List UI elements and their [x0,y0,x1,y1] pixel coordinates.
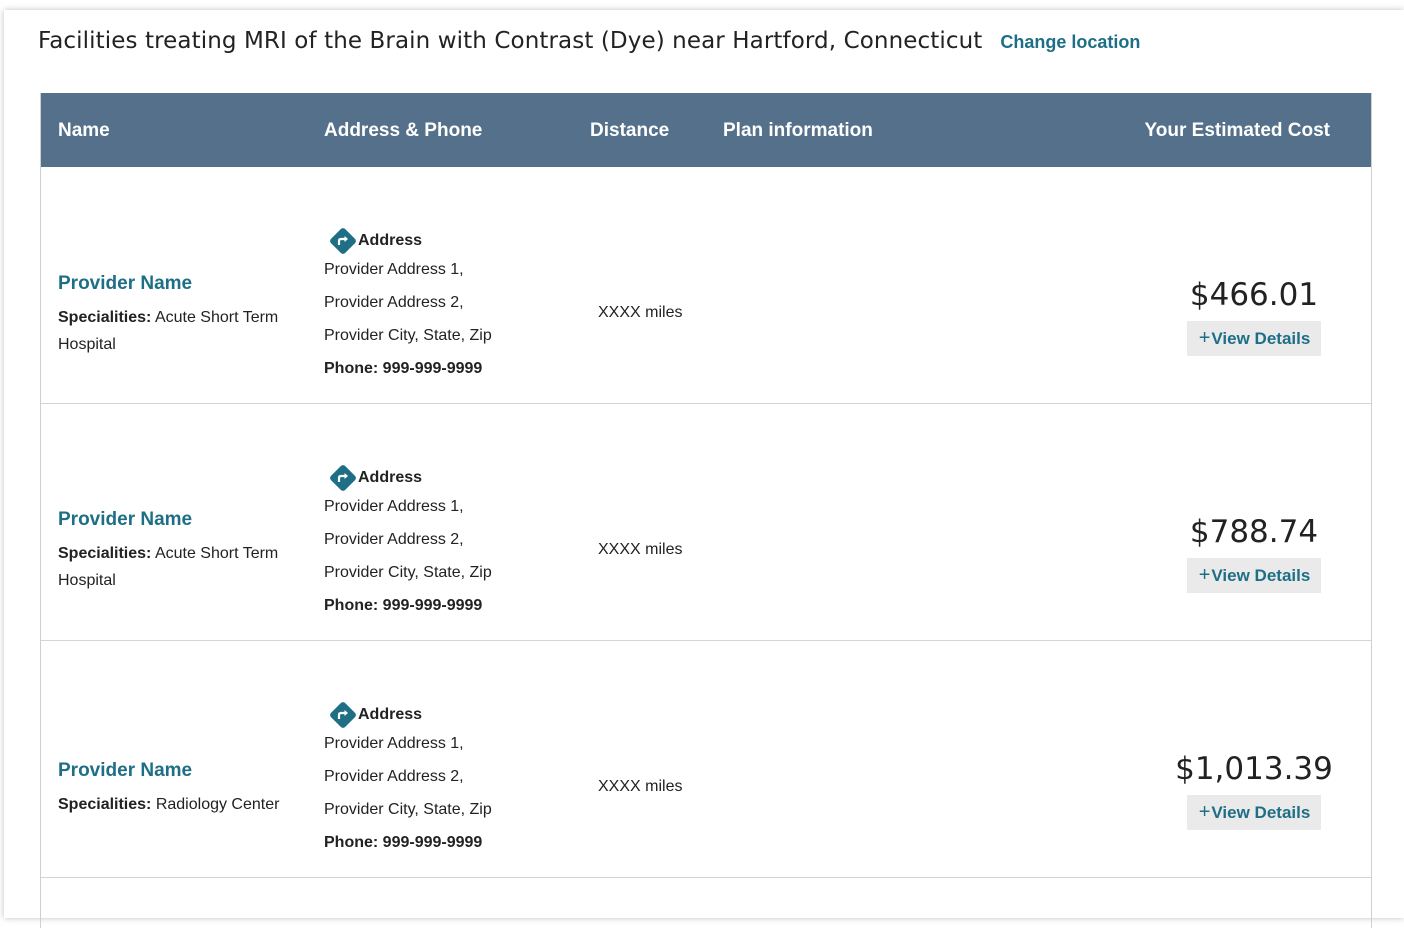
results-panel: Facilities treating MRI of the Brain wit… [4,10,1404,928]
address-city: Provider City, State, Zip [324,327,492,344]
provider-cell: Provider Name Specialities: Acute Short … [58,509,298,594]
provider-cell: Provider Name Specialities: Radiology Ce… [58,760,298,818]
view-details-label: View Details [1211,329,1311,348]
view-details-button[interactable]: +View Details [1186,558,1322,593]
distance-value: XXXX miles [598,541,683,558]
estimated-cost: $466.01 [1189,277,1319,313]
page-title: Facilities treating MRI of the Brain wit… [38,28,983,54]
table-row: Provider Name Specialities: Acute Short … [41,404,1371,641]
results-heading: Facilities treating MRI of the Brain wit… [38,28,1140,64]
specialities: Specialities: Radiology Center [58,791,298,818]
phone-number: Phone: 999-999-9999 [324,597,483,614]
change-location-link[interactable]: Change location [1000,32,1140,53]
address-line-1: Provider Address 1, [324,735,464,752]
cost-cell: $1,013.39 +View Details [1174,751,1334,830]
address-cell: Address Provider Address 1, Provider Add… [324,463,492,622]
view-details-label: View Details [1211,566,1311,585]
specialities-label: Specialities: [58,545,152,562]
table-row: Provider Name Specialities: Radiology Ce… [41,641,1371,878]
column-header-name[interactable]: Name [58,120,110,142]
specialities-label: Specialities: [58,309,152,326]
address-line-2: Provider Address 2, [324,294,464,311]
distance-value: XXXX miles [598,304,683,321]
facilities-table: Name Address & Phone Distance Plan infor… [40,93,1372,928]
view-details-label: View Details [1211,803,1311,822]
address-line-2: Provider Address 2, [324,531,464,548]
column-header-address: Address & Phone [324,120,483,141]
view-details-button[interactable]: +View Details [1186,795,1322,830]
address-line-2: Provider Address 2, [324,768,464,785]
column-header-cost[interactable]: Your Estimated Cost [1145,120,1330,142]
phone-number: Phone: 999-999-9999 [324,360,483,377]
cost-cell: $788.74 +View Details [1174,514,1334,593]
table-row: Provider Name Specialities: Acute Short … [41,167,1371,404]
address-cell: Address Provider Address 1, Provider Add… [324,700,492,859]
provider-cell: Provider Name Specialities: Acute Short … [58,273,298,358]
provider-name-link[interactable]: Provider Name [58,273,298,295]
address-label: Address [358,706,423,723]
directions-icon[interactable] [328,463,358,493]
directions-icon[interactable] [328,700,358,730]
address-label: Address [358,232,423,249]
address-city: Provider City, State, Zip [324,564,492,581]
address-line-1: Provider Address 1, [324,498,464,515]
column-header-distance[interactable]: Distance [590,120,669,142]
address-city: Provider City, State, Zip [324,801,492,818]
view-details-button[interactable]: +View Details [1186,321,1322,356]
phone-number: Phone: 999-999-9999 [324,834,483,851]
estimated-cost: $788.74 [1189,514,1319,550]
specialities-value: Radiology Center [155,796,280,813]
specialities: Specialities: Acute Short Term Hospital [58,540,298,594]
address-directions[interactable]: Address [328,700,492,730]
estimated-cost: $1,013.39 [1175,751,1333,787]
plus-icon: + [1198,801,1211,823]
specialities-label: Specialities: [58,796,152,813]
plus-icon: + [1198,564,1211,586]
provider-name-link[interactable]: Provider Name [58,509,298,531]
specialities: Specialities: Acute Short Term Hospital [58,304,298,358]
cost-cell: $466.01 +View Details [1174,277,1334,356]
address-line-1: Provider Address 1, [324,261,464,278]
address-label: Address [358,469,423,486]
table-header: Name Address & Phone Distance Plan infor… [41,93,1371,167]
address-cell: Address Provider Address 1, Provider Add… [324,226,492,385]
address-directions[interactable]: Address [328,463,492,493]
directions-icon[interactable] [328,226,358,256]
column-header-plan: Plan information [723,120,873,141]
distance-value: XXXX miles [598,778,683,795]
address-directions[interactable]: Address [328,226,492,256]
provider-name-link[interactable]: Provider Name [58,760,298,782]
plus-icon: + [1198,327,1211,349]
